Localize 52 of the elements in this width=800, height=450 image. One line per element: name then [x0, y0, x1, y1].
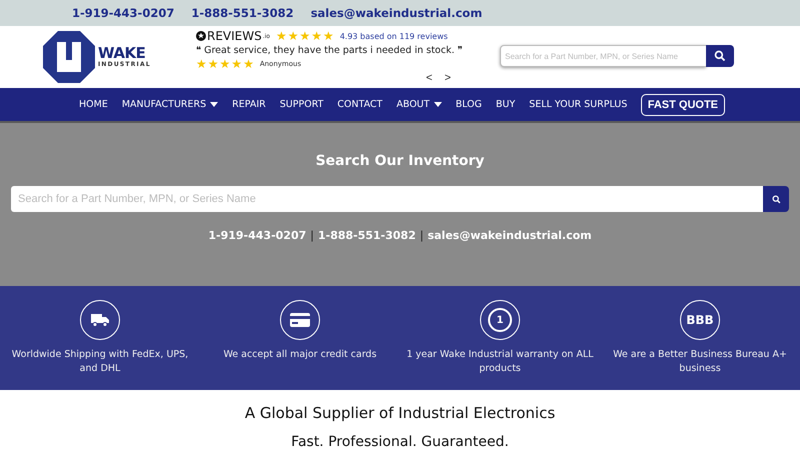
search-field[interactable]: Search for a Part Number, MPN, or Series Name: [11, 186, 763, 212]
star-icon: ★: [311, 30, 322, 42]
star-icon: ★: [300, 30, 310, 42]
section-title: Search Our Inventory: [316, 153, 484, 169]
nav-link[interactable]: SUPPORT: [272, 99, 330, 110]
search-button[interactable]: [763, 186, 789, 212]
feature-text: Worldwide Shipping with FedEx, UPS, and DHL: [10, 348, 190, 376]
star-icon: ★: [196, 58, 207, 70]
fast-quote-button[interactable]: FAST QUOTE: [640, 94, 725, 116]
phone-link[interactable]: 1-888-551-3082: [191, 6, 294, 20]
bbb-logo: BBB: [686, 313, 714, 327]
star-icon: ★: [323, 30, 334, 42]
feature-text: 1 year Wake Industrial warranty on ALL products: [406, 348, 594, 376]
star-icon: ★: [220, 58, 230, 70]
separator: |: [420, 229, 424, 242]
star-icon: ★: [231, 58, 242, 70]
nav-link[interactable]: BUY: [488, 99, 522, 110]
nav-link[interactable]: REPAIR: [225, 99, 273, 110]
nav-link[interactable]: HOME: [72, 99, 115, 110]
award-badge: 1: [488, 308, 512, 332]
search-button[interactable]: [706, 45, 734, 67]
star-icon: ★: [208, 58, 219, 70]
separator: |: [310, 229, 314, 242]
next-button[interactable]: >: [440, 72, 455, 84]
feature-text: We are a Better Business Bureau A+ business: [612, 348, 788, 376]
nav-link[interactable]: SELL YOUR SURPLUS: [522, 99, 634, 110]
logo-name: WAKE: [98, 46, 146, 61]
star-badge-icon: [196, 31, 206, 41]
review-summary[interactable]: 4.93 based on 119 reviews: [340, 32, 448, 40]
reviews-logo: REVIEWS: [207, 29, 262, 43]
review-quote: Great service, they have the parts i needed in stock.: [204, 45, 454, 56]
search-field[interactable]: Search for a Part Number, MPN, or Series Name: [500, 45, 706, 67]
logo-icon: [42, 30, 96, 84]
nav-link[interactable]: ABOUT: [389, 99, 449, 110]
tagline-title: A Global Supplier of Industrial Electronics: [244, 404, 556, 422]
nav-link[interactable]: MANUFACTURERS: [114, 99, 226, 110]
star-icon: ★: [243, 58, 254, 70]
previous-button[interactable]: <: [422, 72, 436, 84]
credit-card-icon: [290, 313, 310, 327]
phone-link[interactable]: 1-919-443-0207: [72, 6, 174, 20]
tagline-subtitle: Fast. Professional. Guaranteed.: [291, 434, 509, 450]
feature-text: We accept all major credit cards: [222, 348, 378, 362]
nav-link[interactable]: CONTACT: [330, 99, 390, 110]
star-icon: ★: [276, 30, 287, 42]
search-icon: [772, 194, 780, 204]
truck-icon: [91, 313, 109, 327]
star-icon: ★: [288, 30, 299, 42]
nav-link[interactable]: BLOG: [448, 99, 489, 110]
email-link[interactable]: sales@wakeindustrial.com: [310, 6, 482, 20]
quote-mark: ❝: [196, 45, 202, 56]
quote-mark: ❞: [458, 45, 463, 56]
search-icon: [714, 50, 726, 62]
